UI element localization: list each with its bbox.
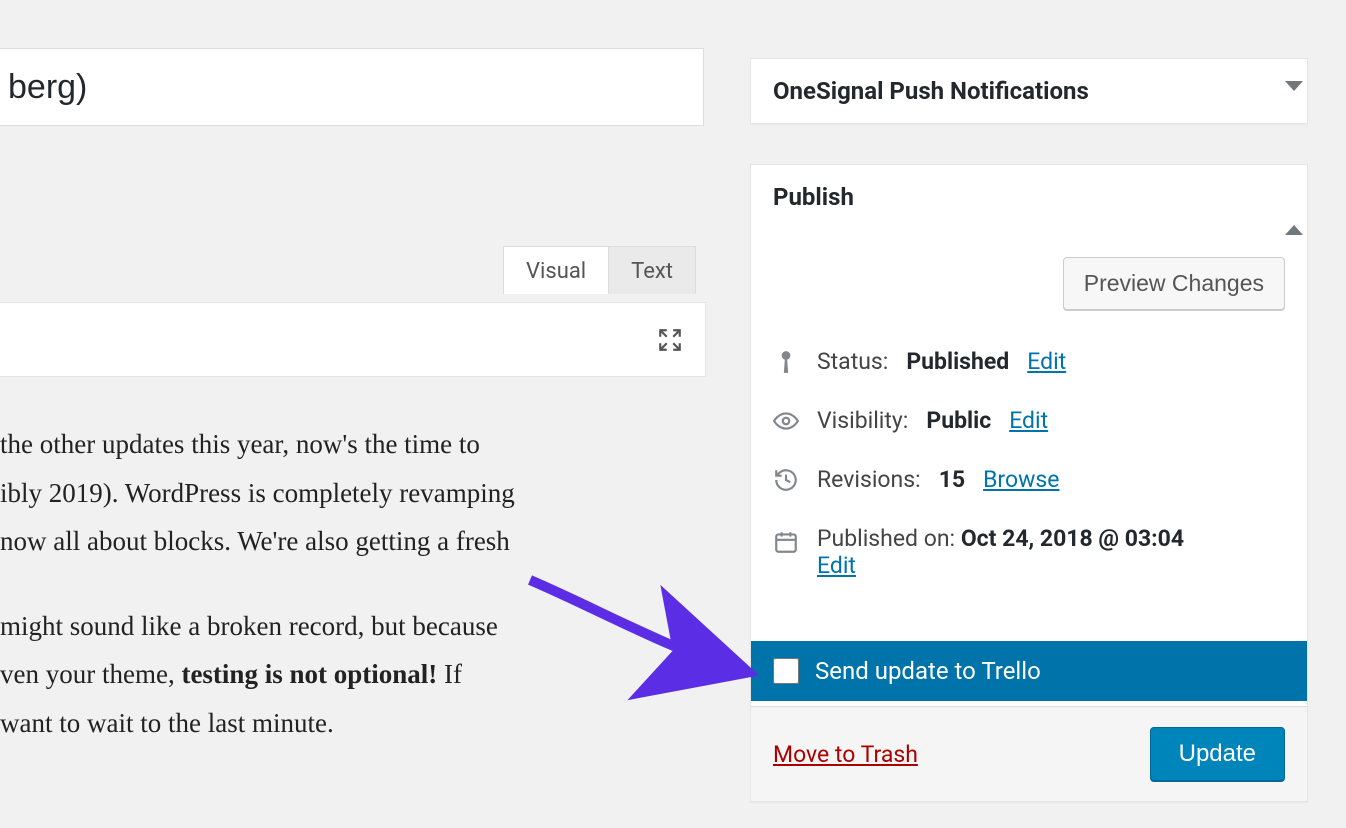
published-edit-link[interactable]: Edit [817,552,856,579]
published-label: Published on: [817,525,955,552]
fullscreen-icon[interactable] [657,327,683,353]
editor-tabs: Visual Text [503,246,696,294]
revisions-value: 15 [939,466,965,493]
body-text: might sound like a broken record, but be… [0,611,498,641]
update-button[interactable]: Update [1150,727,1285,781]
eye-icon [773,408,799,434]
send-to-trello-row[interactable]: Send update to Trello [751,641,1307,701]
panel-onesignal: OneSignal Push Notifications [750,58,1308,124]
body-text: the other updates this year, now's the t… [0,429,480,459]
panel-publish-footer: Move to Trash Update [751,706,1307,801]
panel-publish-header[interactable]: Publish [751,165,1307,229]
pin-icon [773,349,799,375]
post-title-input[interactable] [0,48,704,126]
panel-publish-body: Preview Changes Status: Published Edit V… [751,229,1307,595]
visibility-value: Public [926,407,991,434]
body-text: ven your theme, [0,659,181,689]
send-to-trello-checkbox[interactable] [773,658,799,684]
panel-onesignal-title: OneSignal Push Notifications [773,77,1089,105]
revisions-label: Revisions: [817,466,921,493]
visibility-label: Visibility: [817,407,908,434]
history-icon [773,467,799,493]
calendar-icon [773,529,799,555]
body-text: If [437,659,462,689]
revisions-row: Revisions: 15 Browse [773,450,1285,509]
tab-text[interactable]: Text [609,246,696,294]
status-edit-link[interactable]: Edit [1027,348,1066,375]
published-row: Published on: Oct 24, 2018 @ 03:04 Edit [773,509,1285,595]
send-to-trello-label: Send update to Trello [815,657,1041,685]
status-row: Status: Published Edit [773,332,1285,391]
tab-visual[interactable]: Visual [503,246,609,294]
preview-changes-button[interactable]: Preview Changes [1063,257,1285,310]
revisions-browse-link[interactable]: Browse [983,466,1059,493]
panel-publish-title: Publish [773,183,854,211]
status-label: Status: [817,348,888,375]
status-value: Published [906,348,1009,375]
editor-toolbar [0,302,706,377]
panel-onesignal-header[interactable]: OneSignal Push Notifications [751,59,1307,123]
body-text: ibly 2019). WordPress is completely reva… [0,478,515,508]
published-value: Oct 24, 2018 @ 03:04 [961,525,1184,552]
body-text: want to wait to the last minute. [0,708,334,738]
editor-content[interactable]: the other updates this year, now's the t… [0,420,684,784]
visibility-edit-link[interactable]: Edit [1009,407,1048,434]
body-text: now all about blocks. We're also getting… [0,526,510,556]
visibility-row: Visibility: Public Edit [773,391,1285,450]
move-to-trash-link[interactable]: Move to Trash [773,741,918,768]
panel-publish: Publish Preview Changes Status: Publishe… [750,164,1308,802]
body-text-strong: testing is not optional! [181,659,437,689]
